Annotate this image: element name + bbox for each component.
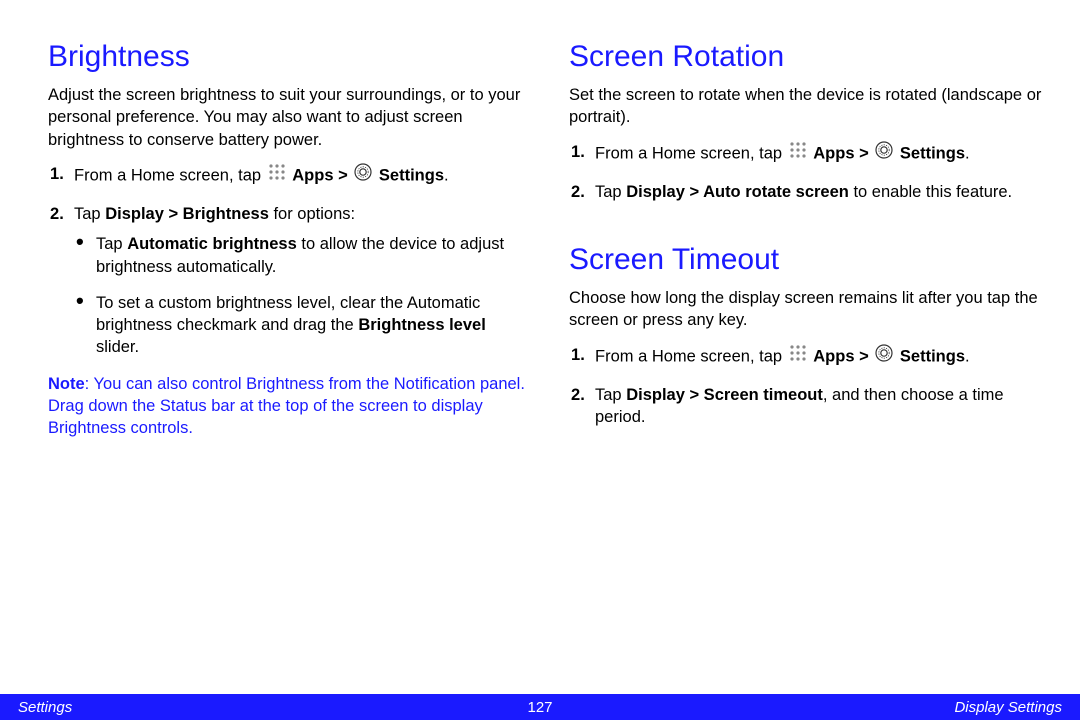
brightness-bullet-1: Tap Automatic brightness to allow the de…: [74, 233, 529, 278]
footer-page-number: 127: [0, 699, 1080, 716]
rotation-step-2: Tap Display > Auto rotate screen to enab…: [569, 181, 1050, 203]
brightness-intro: Adjust the screen brightness to suit you…: [48, 84, 529, 151]
settings-gear-icon: [875, 344, 893, 368]
apps-grid-icon: [789, 141, 807, 165]
timeout-intro: Choose how long the display screen remai…: [569, 287, 1050, 332]
brightness-bullet-2: To set a custom brightness level, clear …: [74, 292, 529, 359]
heading-timeout: Screen Timeout: [569, 243, 1050, 277]
brightness-step-2: Tap Display > Brightness for options: Ta…: [48, 203, 529, 359]
right-column: Screen Rotation Set the screen to rotate…: [569, 40, 1050, 451]
brightness-note: Note: You can also control Brightness fr…: [48, 373, 529, 440]
brightness-step-1: From a Home screen, tap Apps > Settings.: [48, 163, 529, 189]
rotation-step-1: From a Home screen, tap Apps > Settings.: [569, 141, 1050, 167]
apps-grid-icon: [789, 344, 807, 368]
page-footer: Settings 127 Display Settings: [0, 694, 1080, 720]
left-column: Brightness Adjust the screen brightness …: [48, 40, 529, 451]
rotation-intro: Set the screen to rotate when the device…: [569, 84, 1050, 129]
timeout-step-1: From a Home screen, tap Apps > Settings.: [569, 344, 1050, 370]
heading-brightness: Brightness: [48, 40, 529, 74]
timeout-step-2: Tap Display > Screen timeout, and then c…: [569, 384, 1050, 429]
heading-rotation: Screen Rotation: [569, 40, 1050, 74]
apps-grid-icon: [268, 163, 286, 187]
settings-gear-icon: [875, 141, 893, 165]
settings-gear-icon: [354, 163, 372, 187]
